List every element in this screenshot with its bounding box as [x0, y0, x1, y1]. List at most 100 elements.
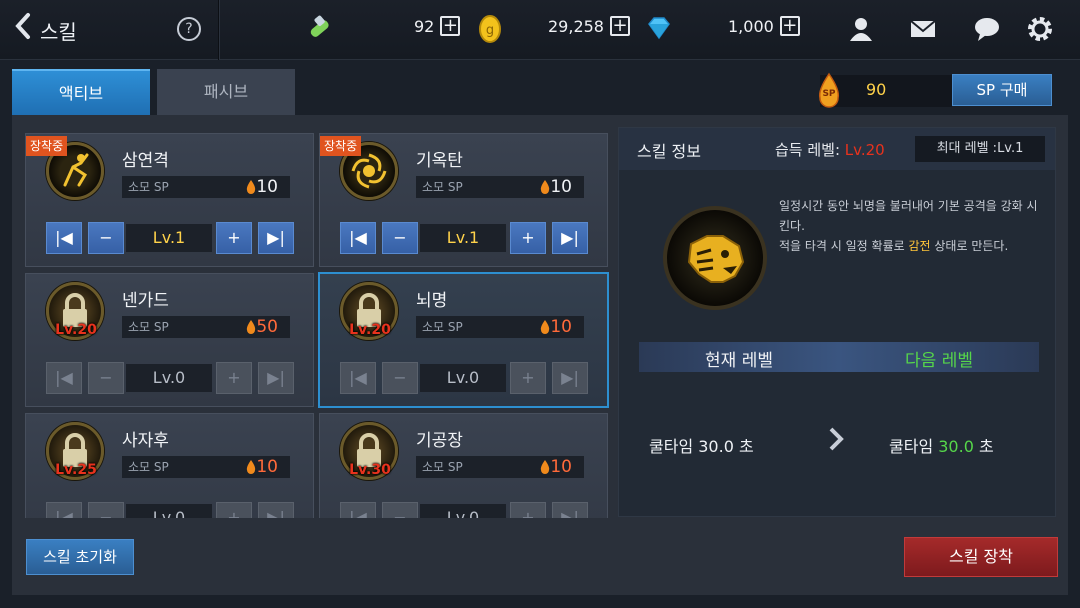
chat-icon[interactable]	[972, 14, 1002, 44]
level-increase-button[interactable]: +	[216, 222, 252, 254]
current-level-label: 현재 레벨	[705, 351, 773, 371]
level-min-button[interactable]: |◀	[46, 502, 82, 518]
level-value: Lv.1	[126, 224, 212, 252]
tab-active-skills[interactable]: 액티브	[12, 69, 150, 115]
level-min-button[interactable]: |◀	[46, 362, 82, 394]
skill-card-3[interactable]: Lv.20 넨가드 소모 SP 50 |◀ − Lv.0 + ▶|	[25, 273, 314, 407]
sp-cost-value: 10	[550, 177, 572, 197]
sp-drop-icon	[540, 320, 550, 334]
learn-level-value: Lv.20	[844, 141, 885, 159]
equipped-badge: 장착중	[320, 136, 362, 156]
level-decrease-button[interactable]: −	[88, 502, 124, 518]
level-max-button[interactable]: ▶|	[552, 502, 588, 518]
sp-cost-value: 10	[256, 457, 278, 477]
skill-list[interactable]: 장착중 삼연격 소모 SP 10 |◀ − Lv.1 + ▶| 장착중 기옥탄 …	[24, 131, 610, 518]
level-increase-button[interactable]: +	[510, 222, 546, 254]
sp-drop-icon	[246, 180, 256, 194]
add-diamond-button[interactable]: +	[779, 16, 800, 36]
description-line-1: 일정시간 동안 뇌명을 불러내어 기본 공격을 강화 시킨다.	[779, 199, 1038, 233]
sp-cost-value: 10	[256, 177, 278, 197]
required-level: Lv.30	[349, 462, 391, 478]
diamond-counter: 1,000 +	[728, 16, 800, 36]
add-potion-button[interactable]: +	[440, 16, 461, 36]
description-text-end: 상태로 만든다.	[930, 239, 1009, 253]
level-decrease-button[interactable]: −	[382, 502, 418, 518]
tab-passive-skills[interactable]: 패시브	[157, 69, 295, 115]
top-divider	[218, 0, 220, 60]
level-min-button[interactable]: |◀	[46, 222, 82, 254]
skill-info-title: 스킬 정보	[637, 142, 701, 161]
gear-icon[interactable]	[1025, 14, 1055, 44]
skill-name: 삼연격	[122, 151, 169, 171]
level-max-button[interactable]: ▶|	[258, 222, 294, 254]
skill-card-2[interactable]: 장착중 기옥탄 소모 SP 10 |◀ − Lv.1 + ▶|	[319, 133, 608, 267]
sp-cost-row: 소모 SP 10	[416, 316, 584, 338]
level-max-button[interactable]: ▶|	[258, 502, 294, 518]
skill-card-1[interactable]: 장착중 삼연격 소모 SP 10 |◀ − Lv.1 + ▶|	[25, 133, 314, 267]
skill-info-header: 스킬 정보 습득 레벨: Lv.20 최대 레벨 :Lv.1	[619, 128, 1055, 170]
friends-icon[interactable]	[846, 14, 876, 44]
sp-cost-label: 소모 SP	[422, 320, 463, 334]
learn-level-label: 습득 레벨:	[775, 141, 845, 159]
skill-name: 사자후	[122, 431, 169, 451]
level-increase-button[interactable]: +	[216, 362, 252, 394]
chevron-left-icon[interactable]	[14, 12, 32, 48]
equipped-badge: 장착중	[26, 136, 68, 156]
cooldown-next-label: 쿨타임	[889, 437, 939, 456]
sp-drop-icon	[540, 180, 550, 194]
level-min-button[interactable]: |◀	[340, 222, 376, 254]
skill-card-4[interactable]: Lv.20 뇌명 소모 SP 10 |◀ − Lv.0 + ▶|	[318, 272, 609, 408]
level-compare-bar: 현재 레벨 다음 레벨	[639, 342, 1039, 372]
skill-name: 넨가드	[122, 291, 169, 311]
learn-level: 습득 레벨: Lv.20	[775, 139, 885, 160]
cooldown-current: 쿨타임 30.0 초	[649, 437, 754, 456]
sp-cost-value: 10	[550, 317, 572, 337]
sp-cost-row: 소모 SP 10	[416, 456, 584, 478]
help-button[interactable]: ?	[177, 17, 201, 41]
potion-counter: 92 +	[414, 16, 461, 36]
sp-cost-value: 10	[550, 457, 572, 477]
skill-name: 기옥탄	[416, 151, 463, 171]
skill-card-5[interactable]: Lv.25 사자후 소모 SP 10 |◀ − Lv.0 + ▶|	[25, 413, 314, 518]
mail-icon[interactable]	[908, 14, 938, 44]
level-increase-button[interactable]: +	[510, 502, 546, 518]
level-max-button[interactable]: ▶|	[552, 222, 588, 254]
level-decrease-button[interactable]: −	[382, 362, 418, 394]
svg-text:g: g	[486, 23, 494, 38]
level-value: Lv.0	[420, 364, 506, 392]
level-decrease-button[interactable]: −	[382, 222, 418, 254]
sp-cost-label: 소모 SP	[128, 180, 169, 194]
skill-info-panel: 스킬 정보 습득 레벨: Lv.20 최대 레벨 :Lv.1 일정시간 동안 뇌…	[618, 127, 1056, 517]
description-line-2: 적을 타격 시 일정 확률로 감전 상태로 만든다.	[779, 236, 1041, 256]
back-button[interactable]: 스킬	[14, 12, 77, 48]
level-controls: |◀ − Lv.0 + ▶|	[46, 362, 294, 394]
cooldown-next: 쿨타임 30.0 초	[889, 433, 994, 457]
sp-cost-label: 소모 SP	[422, 460, 463, 474]
skill-reset-button[interactable]: 스킬 초기화	[26, 539, 134, 575]
level-increase-button[interactable]: +	[216, 502, 252, 518]
level-min-button[interactable]: |◀	[340, 362, 376, 394]
level-decrease-button[interactable]: −	[88, 222, 124, 254]
sp-cost-label: 소모 SP	[422, 180, 463, 194]
level-value: Lv.0	[126, 364, 212, 392]
sp-cost-row: 소모 SP 10	[122, 176, 290, 198]
skill-card-6[interactable]: Lv.30 기공장 소모 SP 10 |◀ − Lv.0 + ▶|	[319, 413, 608, 518]
level-increase-button[interactable]: +	[510, 362, 546, 394]
description-text: 적을 타격 시 일정 확률로	[779, 239, 909, 253]
level-max-button[interactable]: ▶|	[258, 362, 294, 394]
skill-equip-button[interactable]: 스킬 장착	[904, 537, 1058, 577]
level-value: Lv.0	[126, 504, 212, 518]
required-level: Lv.25	[55, 462, 97, 478]
level-controls: |◀ − Lv.0 + ▶|	[340, 362, 588, 394]
level-controls: |◀ − Lv.0 + ▶|	[46, 502, 294, 518]
sp-buy-button[interactable]: SP 구매	[952, 74, 1052, 106]
sp-icon-text: SP	[822, 89, 836, 99]
level-value: Lv.1	[420, 224, 506, 252]
level-controls: |◀ − Lv.1 + ▶|	[46, 222, 294, 254]
level-decrease-button[interactable]: −	[88, 362, 124, 394]
add-gold-button[interactable]: +	[609, 16, 630, 36]
level-max-button[interactable]: ▶|	[552, 362, 588, 394]
cooldown-next-unit: 초	[973, 437, 994, 456]
level-min-button[interactable]: |◀	[340, 502, 376, 518]
next-level-label: 다음 레벨	[905, 351, 973, 371]
